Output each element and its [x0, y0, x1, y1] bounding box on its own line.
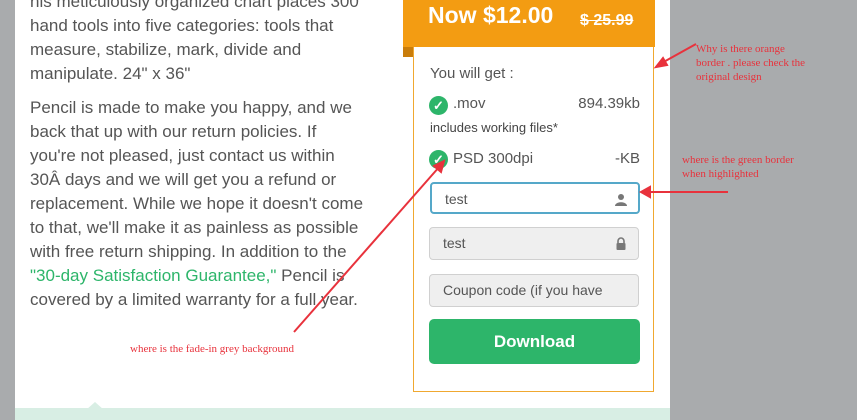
- file-size: 894.39kb: [578, 95, 640, 112]
- check-icon: ✓: [429, 96, 448, 115]
- bottom-strip: [15, 408, 670, 420]
- file-note: includes working files*: [430, 120, 558, 135]
- description-line: replacement. While we hope it doesn't co…: [30, 194, 364, 213]
- password-input[interactable]: test: [429, 227, 639, 260]
- description-line: Pencil is made to make you happy, and we: [30, 98, 352, 117]
- annotation-line: Why is there orange: [696, 43, 785, 55]
- bottom-notch: [86, 402, 104, 410]
- annotation-line: when highlighted: [682, 168, 759, 180]
- description-paragraph-2: Pencil is made to make you happy, and we…: [30, 96, 390, 312]
- old-price: $ 25.99: [580, 12, 634, 29]
- description-line: Pencil is: [276, 266, 345, 285]
- description-line: manipulate. 24" x 36": [30, 64, 191, 83]
- description-line: to that, we'll make it as painless as po…: [30, 218, 359, 237]
- description-line: 30Â days and we will get you a refund or: [30, 170, 337, 189]
- annotation-green-border: where is the green border when highlight…: [682, 153, 794, 181]
- annotation-grey-background: where is the fade-in grey background: [130, 343, 295, 355]
- description-line: hand tools into five categories: tools t…: [30, 16, 334, 35]
- price-header-fold: [403, 47, 413, 57]
- coupon-input[interactable]: Coupon code (if you have: [429, 274, 639, 307]
- file-name: .mov: [453, 95, 486, 112]
- coupon-placeholder: Coupon code (if you have: [443, 282, 603, 298]
- description-paragraph-1: his meticulously organized chart places …: [30, 0, 390, 86]
- description-line: with free return shipping. In addition t…: [30, 242, 347, 261]
- file-size: -KB: [614, 150, 640, 167]
- username-value: test: [445, 191, 468, 207]
- download-button[interactable]: Download: [429, 319, 640, 364]
- username-input[interactable]: test: [430, 182, 640, 214]
- annotation-line: where is the green border: [682, 154, 794, 166]
- description-line: measure, stabilize, mark, divide and: [30, 40, 302, 59]
- current-price: Now $12.00: [428, 2, 554, 28]
- guarantee-link[interactable]: "30-day Satisfaction Guarantee,": [30, 266, 276, 285]
- annotation-orange-border: Why is there orange border . please chec…: [696, 42, 805, 84]
- description-line: his meticulously organized chart places …: [30, 0, 359, 11]
- user-icon: [615, 194, 627, 206]
- description-line: back that up with our return policies. I…: [30, 122, 317, 141]
- check-icon: ✓: [429, 150, 448, 169]
- file-name: PSD 300dpi: [453, 150, 534, 167]
- annotation-line: original design: [696, 71, 762, 83]
- description-line: covered by a limited warranty for a full…: [30, 290, 358, 309]
- password-value: test: [443, 235, 466, 251]
- description-line: you're not pleased, just contact us with…: [30, 146, 335, 165]
- lock-icon: [616, 237, 626, 250]
- panel-heading: You will get :: [430, 65, 514, 82]
- product-description: his meticulously organized chart places …: [30, 0, 390, 322]
- annotation-line: border . please check the: [696, 57, 806, 69]
